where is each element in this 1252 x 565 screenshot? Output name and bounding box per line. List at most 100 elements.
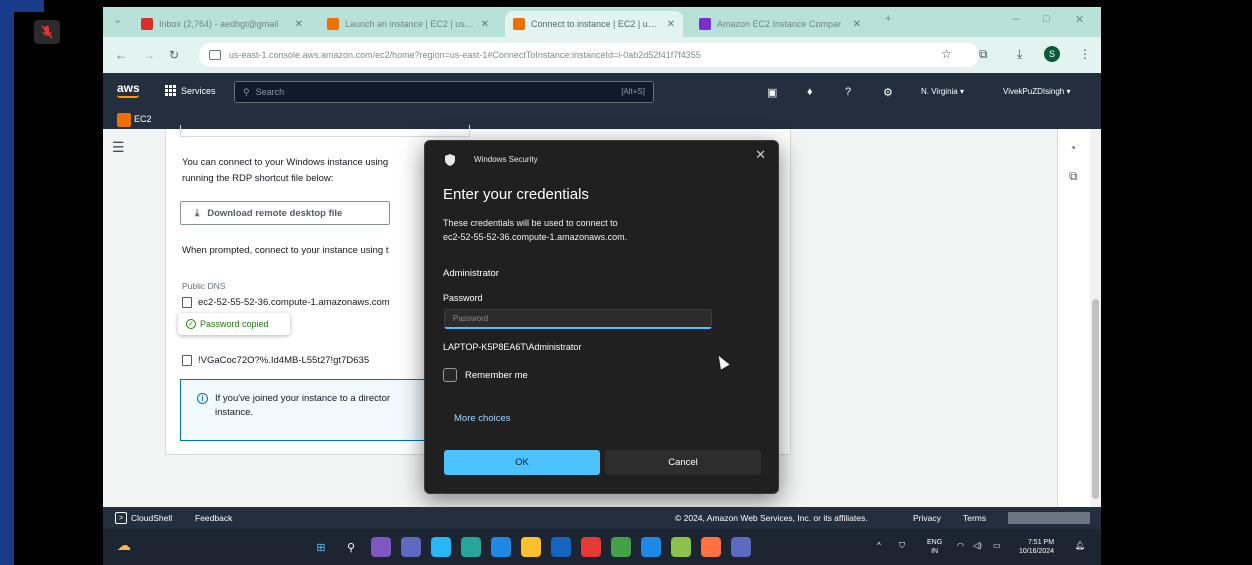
store-icon[interactable] (491, 537, 511, 557)
checkbox[interactable] (443, 368, 457, 382)
extensions-icon[interactable]: ⧉ (979, 47, 988, 62)
search-placeholder: Search (255, 87, 285, 97)
chrome-icon[interactable] (611, 537, 631, 557)
close-icon[interactable]: ✕ (667, 19, 675, 30)
minimize-icon[interactable]: – (1013, 13, 1019, 25)
notifications-bell-icon[interactable]: ♦ (807, 86, 813, 98)
dialog-title: Enter your credentials (443, 186, 589, 203)
cloudshell-link[interactable]: CloudShell (131, 513, 172, 523)
site-info-icon[interactable] (209, 50, 221, 60)
dialog-caption: Windows Security (474, 155, 538, 164)
language-indicator[interactable]: ENG IN (927, 538, 942, 556)
copy-icon[interactable] (182, 355, 192, 366)
page-scrollbar[interactable] (1090, 129, 1101, 507)
ec2-service-icon (117, 113, 131, 127)
public-dns-row: ec2-52-55-52-36.compute-1.amazonaws.com (182, 297, 390, 308)
windows-start-icon[interactable]: ⊞ (311, 537, 331, 557)
window-close-icon[interactable]: ✕ (1075, 13, 1084, 26)
left-edge-strip-top (0, 0, 44, 12)
app-icon[interactable] (671, 537, 691, 557)
profile-avatar[interactable]: S (1044, 46, 1060, 62)
help-panel-icon[interactable]: ◔ (1069, 141, 1076, 155)
download-label: Download remote desktop file (207, 207, 343, 219)
aws-logo-smile (117, 95, 139, 98)
app-icon[interactable] (701, 537, 721, 557)
bookmark-star-icon[interactable]: ☆ (941, 47, 952, 61)
remote-desktop-icon[interactable] (731, 537, 751, 557)
url-text: us-east-1.console.aws.amazon.com/ec2/hom… (229, 50, 701, 60)
tab-launch-instance[interactable]: Launch an instance | EC2 | us-east-1 ✕ (319, 11, 497, 37)
site-icon (699, 18, 711, 30)
copyright-text: © 2024, Amazon Web Services, Inc. or its… (675, 513, 868, 523)
teams-icon[interactable] (401, 537, 421, 557)
security-icon[interactable]: ⛉ (899, 541, 905, 551)
settings-gear-icon[interactable]: ⚙ (883, 86, 893, 99)
url-bar[interactable]: us-east-1.console.aws.amazon.com/ec2/hom… (199, 43, 979, 67)
download-icon[interactable]: ⤓ (1017, 47, 1022, 62)
services-menu[interactable]: Services (165, 85, 216, 96)
privacy-link[interactable]: Privacy (913, 513, 941, 523)
feedback-link[interactable]: Feedback (195, 513, 232, 523)
region-text: IN (931, 548, 939, 555)
remember-me-checkbox[interactable]: Remember me (443, 368, 528, 382)
close-icon[interactable]: ✕ (295, 19, 303, 30)
battery-icon[interactable]: ▭ (993, 541, 1001, 550)
mail-icon[interactable] (431, 537, 451, 557)
new-tab-button[interactable]: + (885, 13, 891, 25)
cancel-button[interactable]: Cancel (605, 450, 761, 475)
back-icon[interactable]: ← (115, 48, 127, 62)
facebook-icon[interactable] (551, 537, 571, 557)
forward-icon[interactable]: → (143, 48, 155, 62)
tab-title: Connect to instance | EC2 | us-east-1 (531, 19, 661, 29)
tab-search-icon[interactable]: ⌄ (113, 13, 122, 26)
file-explorer-icon[interactable] (521, 537, 541, 557)
hamburger-menu-icon[interactable]: ☰ (112, 139, 125, 156)
lang-text: ENG (927, 539, 943, 546)
dialog-desc-line2: ec2-52-55-52-36.compute-1.amazonaws.com. (443, 232, 628, 242)
grid-icon (165, 85, 176, 96)
cloudshell-icon[interactable]: ▣ (767, 86, 777, 99)
aws-logo[interactable]: aws (117, 81, 140, 95)
feedback-icon[interactable]: ⧉ (1069, 169, 1078, 184)
close-icon[interactable]: ✕ (853, 19, 861, 30)
password-row: !VGaCoc72O?%.Id4MB-L55t27!gt7D635 (182, 355, 369, 366)
password-input[interactable]: Password (444, 309, 712, 329)
region-selector[interactable]: N. Virginia ▾ (921, 87, 964, 96)
tab-gmail[interactable]: Inbox (2,764) - aedhgt@gmail ✕ (133, 11, 311, 37)
close-icon[interactable]: ✕ (481, 19, 489, 30)
dialog-close-icon[interactable]: ✕ (755, 147, 766, 163)
mic-muted-icon[interactable] (34, 20, 60, 44)
edge-icon[interactable] (461, 537, 481, 557)
terms-link[interactable]: Terms (963, 513, 986, 523)
tab-title: Inbox (2,764) - aedhgt@gmail (159, 19, 279, 29)
password-copied-toast: ✓ Password copied (178, 313, 290, 335)
reload-icon[interactable]: ↻ (169, 48, 179, 62)
windows-security-dialog: Windows Security ✕ Enter your credential… (424, 140, 779, 494)
maximize-icon[interactable]: □ (1043, 13, 1050, 25)
volume-icon[interactable]: ◁) (973, 541, 982, 550)
more-choices-link[interactable]: More choices (454, 413, 511, 424)
weather-icon[interactable]: ☁ (117, 537, 139, 557)
search-icon[interactable]: ⚲ (341, 537, 361, 557)
menu-kebab-icon[interactable]: ⋮ (1079, 47, 1091, 61)
clock[interactable]: 7:51 PM 10/16/2024 (1019, 538, 1054, 556)
ec2-breadcrumb[interactable]: EC2 (134, 114, 152, 124)
account-menu[interactable]: VivekPuZDIsingh ▾ (1003, 87, 1070, 96)
notifications-icon[interactable]: 🔔︎ (1075, 541, 1085, 550)
aws-search-input[interactable]: ⚲ Search [Alt+S] (234, 81, 654, 103)
youtube-icon[interactable] (581, 537, 601, 557)
wifi-icon[interactable]: ◠ (957, 541, 964, 550)
aws-icon (327, 18, 339, 30)
copy-icon[interactable] (182, 297, 192, 308)
download-rdp-button[interactable]: ⤓ Download remote desktop file (180, 201, 390, 225)
tab-bar: ⌄ Inbox (2,764) - aedhgt@gmail ✕ Launch … (103, 7, 1101, 37)
cookie-preferences-link[interactable] (1008, 512, 1090, 524)
tab-connect-instance[interactable]: Connect to instance | EC2 | us-east-1 ✕ (505, 11, 683, 37)
tab-ec2-compare[interactable]: Amazon EC2 Instance Compar ✕ (691, 11, 869, 37)
app-icon[interactable] (641, 537, 661, 557)
tray-overflow-icon[interactable]: ^ (877, 541, 881, 550)
copilot-icon[interactable] (371, 537, 391, 557)
help-icon[interactable]: ? (845, 86, 851, 98)
ok-button[interactable]: OK (444, 450, 600, 475)
scrollbar-thumb[interactable] (1092, 299, 1099, 499)
